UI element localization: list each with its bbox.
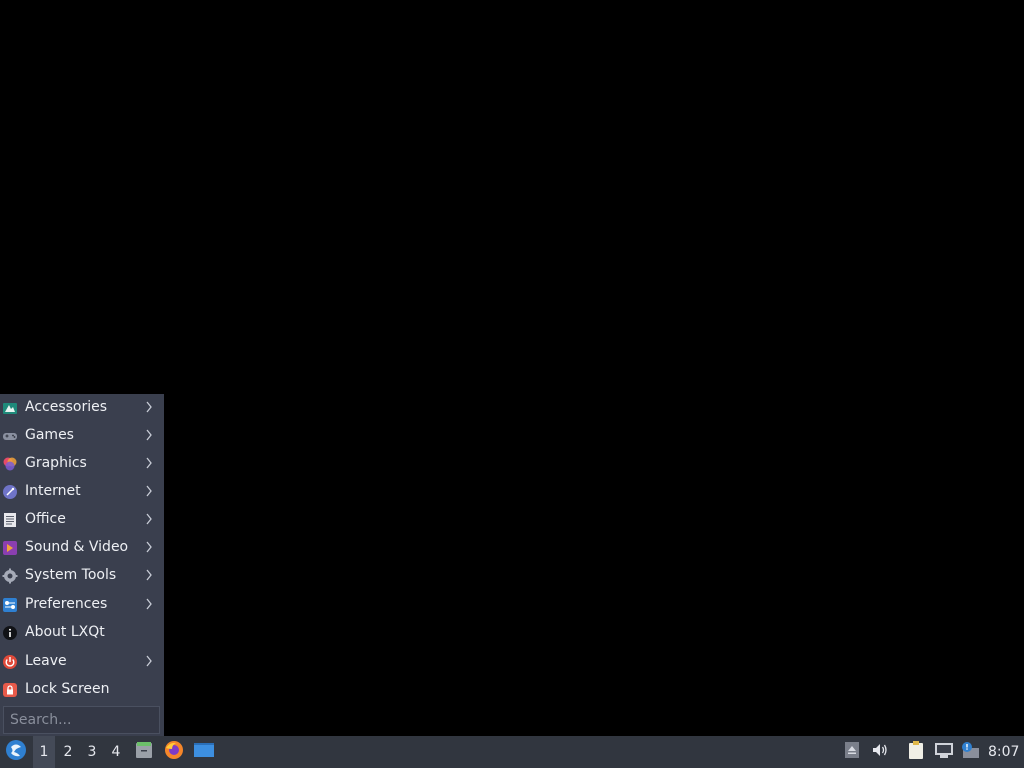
menu-item-sound-video[interactable]: Sound & Video	[0, 534, 164, 562]
firefox-icon	[164, 740, 184, 764]
search-field[interactable]	[3, 706, 160, 734]
menu-item-leave[interactable]: Leave	[0, 648, 164, 676]
menu-item-graphics[interactable]: Graphics	[0, 450, 164, 478]
internet-icon	[2, 484, 18, 500]
workspace-4-button[interactable]: 4	[105, 736, 127, 768]
main-menu-button[interactable]	[4, 736, 28, 768]
graphics-icon	[2, 456, 18, 472]
chevron-right-icon	[144, 653, 154, 669]
menu-item-label: About LXQt	[25, 624, 105, 640]
info-icon	[2, 625, 18, 641]
menu-item-label: Graphics	[25, 455, 87, 471]
accessories-icon	[2, 400, 18, 416]
volume-button[interactable]	[869, 736, 891, 768]
search-input[interactable]	[10, 712, 160, 728]
menu-item-internet[interactable]: Internet	[0, 478, 164, 506]
chevron-right-icon	[144, 399, 154, 415]
notification-button[interactable]	[959, 736, 981, 768]
show-desktop-button[interactable]	[192, 736, 216, 768]
menu-item-label: Accessories	[25, 399, 108, 415]
menu-item-label: Leave	[25, 653, 67, 669]
preferences-icon	[2, 597, 18, 613]
menu-item-label: System Tools	[25, 567, 117, 583]
eject-icon	[844, 741, 860, 763]
menu-item-label: Internet	[25, 483, 81, 499]
menu-item-games[interactable]: Games	[0, 422, 164, 450]
multimedia-icon	[2, 540, 18, 556]
firefox-launcher[interactable]	[162, 736, 186, 768]
chevron-right-icon	[144, 427, 154, 443]
clipboard-icon	[907, 740, 925, 764]
office-icon	[2, 512, 18, 528]
chevron-right-icon	[144, 539, 154, 555]
notification-icon	[960, 741, 980, 763]
chevron-right-icon	[144, 596, 154, 612]
chevron-right-icon	[144, 567, 154, 583]
workspace-1-button[interactable]: 1	[33, 736, 55, 768]
menu-item-label: Office	[25, 511, 66, 527]
chevron-right-icon	[144, 511, 154, 527]
file-manager-launcher[interactable]	[132, 736, 156, 768]
gear-icon	[2, 568, 18, 584]
lxqt-logo-icon	[5, 739, 27, 765]
menu-item-label: Preferences	[25, 596, 108, 612]
lock-icon	[2, 682, 18, 698]
menu-item-system-tools[interactable]: System Tools	[0, 562, 164, 590]
volume-icon	[871, 742, 889, 762]
menu-item-office[interactable]: Office	[0, 506, 164, 534]
application-menu: Accessories Games Graphics Internet Offi…	[0, 394, 164, 736]
clock[interactable]: 8:07	[988, 744, 1019, 760]
workspace-2-button[interactable]: 2	[57, 736, 79, 768]
gamepad-icon	[2, 428, 18, 444]
menu-item-label: Lock Screen	[25, 681, 110, 697]
workspace-3-button[interactable]: 3	[81, 736, 103, 768]
network-icon	[934, 741, 954, 763]
network-button[interactable]	[933, 736, 955, 768]
show-desktop-icon	[193, 741, 215, 763]
power-icon	[2, 654, 18, 670]
chevron-right-icon	[144, 483, 154, 499]
menu-item-preferences[interactable]: Preferences	[0, 591, 164, 619]
clipboard-button[interactable]	[905, 736, 927, 768]
taskbar: 1 2 3 4 8:07	[0, 736, 1024, 768]
menu-item-label: Sound & Video	[25, 539, 129, 555]
eject-button[interactable]	[842, 736, 862, 768]
menu-item-about-lxqt[interactable]: About LXQt	[0, 619, 164, 647]
menu-item-accessories[interactable]: Accessories	[0, 394, 164, 422]
menu-item-label: Games	[25, 427, 74, 443]
file-manager-icon	[134, 740, 154, 764]
chevron-right-icon	[144, 455, 154, 471]
menu-item-lock-screen[interactable]: Lock Screen	[0, 676, 164, 704]
